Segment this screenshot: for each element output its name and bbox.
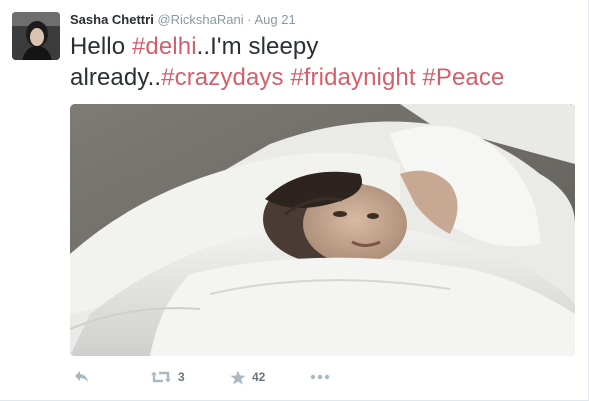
reply-button[interactable] (74, 366, 90, 388)
tweet-actions: 3 42 (70, 366, 575, 388)
favorite-button[interactable]: 42 (230, 366, 265, 388)
avatar[interactable] (12, 12, 60, 60)
favorite-count: 42 (252, 370, 266, 384)
timestamp[interactable]: Aug 21 (254, 12, 295, 27)
retweet-icon (151, 371, 171, 383)
text-part: ..I'm sleepy (196, 33, 319, 60)
tweet-photo[interactable] (70, 104, 575, 356)
avatar-image (12, 12, 60, 60)
text-part: already.. (70, 64, 162, 91)
username[interactable]: @RickshaRani (157, 12, 243, 27)
hashtag-link[interactable]: #delhi (132, 33, 197, 60)
text-part: Hello (70, 33, 132, 60)
fullname[interactable]: Sasha Chettri (70, 12, 154, 27)
photo-image (70, 104, 575, 356)
hashtag-link[interactable]: #crazydays (161, 64, 283, 91)
retweet-count: 3 (178, 370, 185, 384)
more-button[interactable] (310, 366, 330, 388)
separator-dot: · (247, 12, 252, 27)
tweet-header: Sasha Chettri @RickshaRani · Aug 21 (70, 12, 296, 28)
retweet-button[interactable]: 3 (150, 366, 185, 388)
reply-icon (75, 371, 88, 382)
hashtag-link[interactable]: #Peace (422, 64, 504, 91)
more-icon (310, 374, 330, 380)
tweet-text: Hello #delhi..I'm sleepy already..#crazyd… (70, 31, 575, 93)
favorite-star-icon (230, 370, 246, 384)
tweet-card: Sasha Chettri @RickshaRani · Aug 21 Hell… (0, 0, 589, 401)
hashtag-link[interactable]: #fridaynight (290, 64, 415, 91)
